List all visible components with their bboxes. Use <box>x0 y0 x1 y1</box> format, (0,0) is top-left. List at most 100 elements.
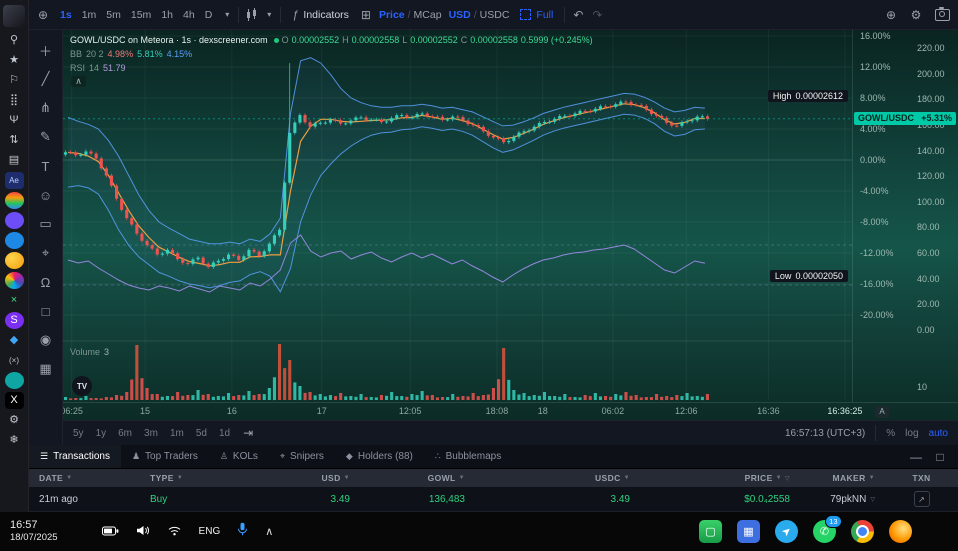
dock-orange-app-icon[interactable] <box>4 252 24 269</box>
dock-snowflake-icon[interactable]: ❄ <box>5 432 24 449</box>
dock-media-icon[interactable]: ▤ <box>5 152 24 169</box>
interval-4h[interactable]: 4h <box>179 7 199 23</box>
indicators-button[interactable]: ƒ Indicators <box>288 7 353 23</box>
dock-settings-icon[interactable]: ⚙ <box>5 412 24 429</box>
price-option[interactable]: Price <box>379 9 405 21</box>
price-chart-canvas[interactable] <box>63 30 852 402</box>
dock-green-x-icon[interactable]: × <box>5 292 24 309</box>
dock-teal-app-icon[interactable] <box>4 372 24 389</box>
price-axis[interactable]: 16.00% 12.00% 8.00% 4.00% 0.00% -4.00% -8.00% -… <box>852 30 958 402</box>
interval-D[interactable]: D <box>201 7 217 23</box>
minimize-panel-icon[interactable]: — <box>910 450 922 464</box>
header-price[interactable]: PRICE ▼ ▽ <box>640 473 800 483</box>
dock-ae-icon[interactable]: Ae <box>4 172 24 189</box>
usd-option[interactable]: USD <box>449 9 471 21</box>
candle-style-icon[interactable] <box>246 7 258 22</box>
header-type[interactable]: TYPE ▼ <box>140 473 202 483</box>
tray-whatsapp-icon[interactable]: ✆ 13 <box>813 515 842 543</box>
tab-top-traders[interactable]: ♟ Top Traders <box>121 445 209 468</box>
dock-app-logo[interactable] <box>3 4 25 27</box>
dock-fork-icon[interactable]: Ψ <box>5 112 24 129</box>
zoom-reset-icon[interactable]: ⊕ <box>885 8 897 22</box>
style-caret-icon[interactable]: ▾ <box>265 10 273 19</box>
tab-bubblemaps[interactable]: ∴ Bubblemaps <box>424 445 512 468</box>
interval-1h[interactable]: 1h <box>157 7 177 23</box>
percent-scale-button[interactable]: % <box>886 428 895 439</box>
redo-icon[interactable]: ↷ <box>591 8 603 22</box>
expand-panel-icon[interactable]: □ <box>934 450 946 464</box>
dock-purple-app-icon[interactable] <box>4 212 24 229</box>
tray-expand-icon[interactable]: ∧ <box>265 525 273 538</box>
settings-gear-icon[interactable]: ⚙ <box>910 8 922 22</box>
crosshair-tool[interactable]: ＋ <box>32 36 60 64</box>
header-txn[interactable]: TXN <box>885 473 958 483</box>
dock-notifications-icon[interactable]: ⚐ <box>5 72 24 89</box>
usdc-option[interactable]: USDC <box>480 9 510 21</box>
language-indicator[interactable]: ENG <box>199 526 221 537</box>
pitchfork-tool[interactable]: ⋔ <box>32 94 60 122</box>
dock-multicolor-app-icon[interactable] <box>4 272 24 289</box>
header-maker[interactable]: MAKER ▼ <box>800 473 885 483</box>
hide-drawings-tool[interactable]: ◉ <box>32 326 60 354</box>
header-usd[interactable]: USD ▼ <box>202 473 360 483</box>
maker-filter-icon[interactable]: ▽ <box>870 496 875 503</box>
layout-grid-icon[interactable]: ⊞ <box>360 8 372 22</box>
tray-calculator-icon[interactable]: ▦ <box>737 520 760 543</box>
speaker-icon[interactable] <box>136 523 150 541</box>
tray-recorder-icon[interactable]: ▢ <box>699 520 722 543</box>
battery-icon[interactable] <box>101 523 119 541</box>
text-tool[interactable]: T <box>32 152 60 180</box>
range-1y[interactable]: 1y <box>96 428 107 439</box>
usd-usdc-toggle[interactable]: USD / USDC <box>449 9 510 21</box>
mcap-option[interactable]: MCap <box>414 9 442 21</box>
interval-5m[interactable]: 5m <box>102 7 125 23</box>
time-axis[interactable]: A 06:25 15 16 17 12:05 18:08 18 06:02 12:06 16:36… <box>63 402 958 420</box>
chart-clock[interactable]: 16:57:13 (UTC+3) <box>785 428 865 439</box>
auto-scale-toggle[interactable]: auto <box>929 428 948 439</box>
interval-15m[interactable]: 15m <box>127 7 155 23</box>
transaction-row[interactable]: 21m ago Buy 3.49 136,483 3.49 $0.0₄2558 79pkNN… <box>29 487 958 512</box>
lock-tool[interactable]: □ <box>32 297 60 325</box>
dock-paren-x-icon[interactable]: (×) <box>5 352 24 369</box>
range-1m[interactable]: 1m <box>170 428 184 439</box>
emoji-tool[interactable]: ☺ <box>32 181 60 209</box>
interval-1s[interactable]: 1s <box>56 7 76 23</box>
funnel-icon[interactable]: ▽ <box>785 475 790 482</box>
add-alert-icon[interactable]: ⊕ <box>37 8 49 22</box>
zoom-tool[interactable]: ⌖ <box>32 239 60 267</box>
dock-stripes-app-icon[interactable] <box>4 192 24 209</box>
range-1d[interactable]: 1d <box>219 428 230 439</box>
dock-blue-diamond-icon[interactable]: ◆ <box>5 332 24 349</box>
magnet-tool[interactable]: Ω <box>32 268 60 296</box>
tab-snipers[interactable]: ⌖ Snipers <box>269 445 335 468</box>
range-6m[interactable]: 6m <box>118 428 132 439</box>
txn-link-icon[interactable]: ↗ <box>913 491 930 507</box>
header-usdc[interactable]: USDC ▼ <box>475 473 640 483</box>
trash-tool[interactable]: ▦ <box>32 355 60 383</box>
dock-x-app-icon[interactable]: X <box>4 392 24 409</box>
dock-favorites-icon[interactable]: ★ <box>5 52 24 69</box>
dock-blue-app-icon[interactable] <box>4 232 24 249</box>
dock-purple-s-icon[interactable]: S <box>4 312 24 329</box>
trend-line-tool[interactable]: ╱ <box>32 65 60 93</box>
auto-scale-button[interactable]: A <box>875 405 889 418</box>
interval-caret-icon[interactable]: ▾ <box>223 10 231 19</box>
header-date[interactable]: DATE ▼ <box>29 473 140 483</box>
ruler-tool[interactable]: ▭ <box>32 210 60 238</box>
tab-holders-88[interactable]: ◆ Holders (88) <box>335 445 424 468</box>
dock-sort-arrows-icon[interactable]: ⇅ <box>5 132 24 149</box>
range-3m[interactable]: 3m <box>144 428 158 439</box>
dock-search-icon[interactable]: ⚲ <box>5 32 24 49</box>
log-scale-button[interactable]: log <box>905 428 918 439</box>
range-5y[interactable]: 5y <box>73 428 84 439</box>
screenshot-camera-icon[interactable] <box>935 6 950 21</box>
legend-collapse-icon[interactable]: ∧ <box>71 76 86 87</box>
tray-chrome-icon[interactable] <box>851 520 874 543</box>
tab-kols[interactable]: ♙ KOLs <box>209 445 269 468</box>
interval-1m[interactable]: 1m <box>78 7 101 23</box>
undo-icon[interactable]: ↶ <box>572 8 584 22</box>
price-mcap-toggle[interactable]: Price / MCap <box>379 9 442 21</box>
taskbar-clock[interactable]: 16:57 18/07/2025 <box>10 518 58 545</box>
range-5d[interactable]: 5d <box>196 428 207 439</box>
dock-apps-grid-icon[interactable]: ⣿ <box>5 92 24 109</box>
